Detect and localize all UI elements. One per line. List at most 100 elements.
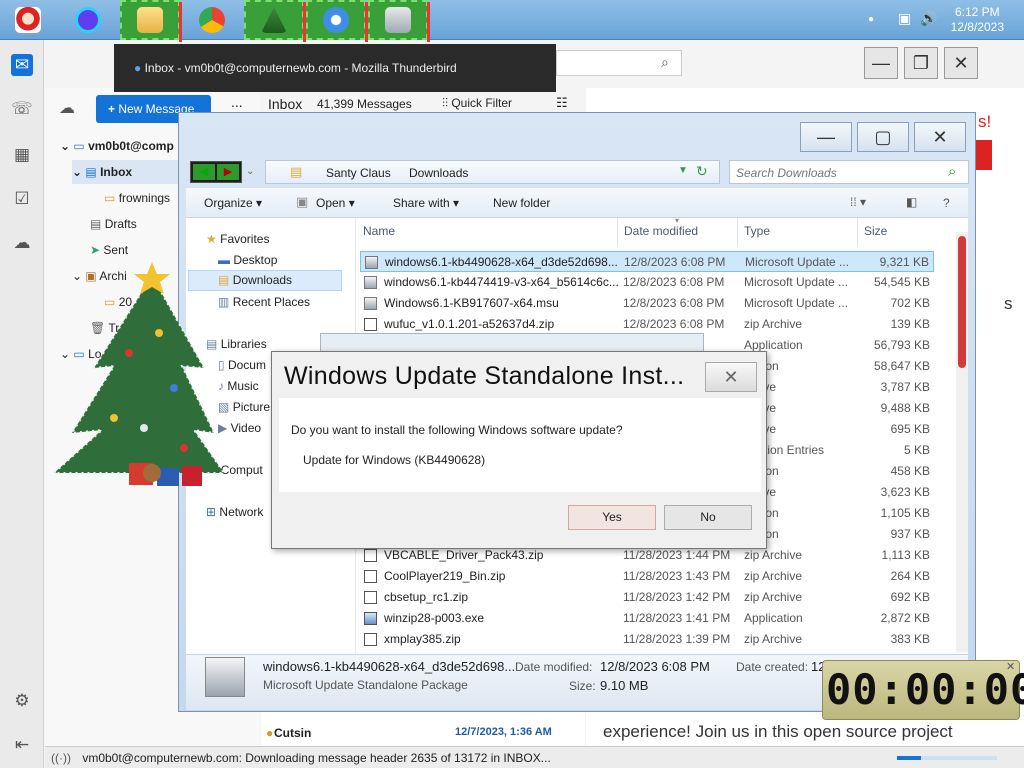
star-icon: ★ [206,232,217,246]
column-divider [857,218,858,246]
timer-close-icon[interactable]: ✕ [1006,660,1015,673]
explorer-close-button[interactable]: ✕ [914,122,966,152]
dialog-close-button[interactable]: ✕ [705,362,757,392]
tray-dot-icon[interactable]: ● [868,14,874,25]
organize-label: Organize [204,196,253,210]
table-row[interactable]: windows6.1-kb4490628-x64_d3de52d698... 12… [360,251,934,272]
quick-filter-button[interactable]: ⫶⫶ Quick Filter [442,96,512,111]
open-button[interactable]: Open ▾ [316,196,355,210]
column-header-size[interactable]: Size [864,224,887,238]
folder-inbox[interactable]: ⌄ ▤ Inbox [72,160,180,184]
santa-start-icon [15,7,41,33]
taskbar-tooltip: ● Inbox - vm0b0t@computernewb.com - Mozi… [114,44,556,92]
close-button[interactable]: ✕ [944,47,978,79]
table-row[interactable]: CoolPlayer219_Bin.zip 11/28/2023 1:43 PM z… [360,566,934,587]
yes-button[interactable]: Yes [568,505,656,530]
dropdown-arrow-icon[interactable]: ▼ [678,165,688,176]
status-text: vm0b0t@computernewb.com: Downloading mes… [82,751,551,765]
folder-frownings[interactable]: ▭ frownings [104,186,170,210]
file-name: wufuc_v1.0.1.201-a52637d4.zip [384,317,555,331]
file-size: 54,545 KB [873,275,930,289]
thunderbird-window-controls: — ❐ ✕ [864,42,1024,82]
settings-icon[interactable]: ⚙ [11,690,33,712]
no-button[interactable]: No [664,505,752,530]
calendar-icon[interactable]: ▦ [11,144,33,166]
file-size: 702 KB [890,296,930,310]
history-chevron-icon[interactable]: ⌄ [246,166,254,177]
file-size: 56,793 KB [873,338,930,352]
table-row[interactable]: windows6.1-kb4474419-v3-x64_b5614c6c... 1… [360,272,934,293]
folder-drafts[interactable]: ▤ Drafts [90,212,137,236]
list-options-icon[interactable]: ☷ [556,95,568,111]
back-forward-buttons: ◀ ▶ [190,161,242,183]
organize-button[interactable]: Organize ▾ [204,196,262,210]
column-header-name[interactable]: Name [363,224,395,238]
refresh-icon[interactable]: ↻ [696,163,708,180]
volume-icon[interactable]: 🔊 [920,10,937,27]
file-size: 264 KB [890,569,930,583]
file-size: 3,787 KB [880,380,930,394]
taskbar-explorer[interactable] [120,0,182,42]
details-created-label: Date created: [736,660,809,674]
account-name: vm0b0t@comp [88,139,174,153]
sort-arrow-icon: ▾ [675,216,680,225]
folder-icon: ▤ [290,164,303,179]
table-row[interactable]: wufuc_v1.0.1.201-a52637d4.zip 12/8/2023 6… [360,314,934,335]
taskbar-thunderbird[interactable] [306,0,368,42]
share-with-button[interactable]: Share with ▾ [393,196,459,210]
dialog-question: Do you want to install the following Win… [291,423,623,437]
nav-label: Recent Places [232,295,311,309]
nav-network[interactable]: ⊞ Network [206,505,263,519]
file-size: 9,488 KB [880,401,930,415]
nav-favorites[interactable]: ★ Favorites [206,232,269,246]
activity-icon: ((·)) [51,751,71,765]
table-row[interactable]: winzip28-p003.exe 11/28/2023 1:41 PM Appli… [360,608,934,629]
more-menu-button[interactable]: ... [231,94,243,110]
address-book-icon[interactable]: ☏ [11,98,33,120]
view-options-icon[interactable]: ⁞⁞ ▾ [850,195,866,209]
taskbar-installer[interactable] [368,0,430,42]
table-row[interactable]: ● Cutsin 12/7/2023, 1:36 AM [262,722,584,746]
address-bar[interactable]: ▤ Santy Claus Downloads ▼ ↻ [265,160,720,184]
network-icon[interactable]: ▣ [898,10,911,27]
back-arrow-icon[interactable]: ◀ [193,164,215,180]
mail-icon[interactable]: ✉ [11,54,33,76]
get-messages-icon[interactable]: ☁ [59,98,75,118]
explorer-search-input[interactable]: Search Downloads ⌕ [729,160,969,184]
file-date: 12/8/2023 6:08 PM [623,296,725,310]
restore-button[interactable]: ❐ [904,47,938,79]
chat-icon[interactable]: ☁ [11,232,33,254]
taskbar-chrome[interactable] [182,0,242,40]
file-type: zip Archive [744,548,803,562]
taskbar-clock[interactable]: 6:12 PM 12/8/2023 [951,5,1004,35]
explorer-maximize-button[interactable]: ▢ [857,122,909,152]
breadcrumb-item[interactable]: Santy Claus [326,166,391,180]
minimize-button[interactable]: — [864,47,898,79]
search-icon: ⌕ [948,163,957,180]
new-folder-button[interactable]: New folder [493,196,550,210]
account-row[interactable]: ⌄ ▭ vm0b0t@comp [60,134,174,158]
start-button[interactable] [0,0,56,40]
column-header-date[interactable]: Date modified [624,224,698,238]
taskbar-tree-app[interactable] [244,0,306,42]
column-header-type[interactable]: Type [744,224,770,238]
thunderbird-search-input[interactable]: ⌕ [556,50,682,76]
breadcrumb-item[interactable]: Downloads [409,166,468,180]
details-filename: windows6.1-kb4490628-x64_d3de52d698... [263,659,516,674]
zip-icon [364,591,377,604]
taskbar: ● ▣ 🔊 6:12 PM 12/8/2023 [0,0,1024,42]
preview-pane-icon[interactable]: ◧ [906,195,917,209]
tasks-icon[interactable]: ☑ [11,188,33,210]
table-row[interactable]: cbsetup_rc1.zip 11/28/2023 1:42 PM zip Arc… [360,587,934,608]
nav-label: Network [219,505,264,519]
taskbar-app[interactable] [58,0,118,40]
scrollbar-thumb[interactable] [958,236,966,368]
dialog-body [279,398,761,492]
table-row[interactable]: xmplay385.zip 11/28/2023 1:39 PM zip Archi… [360,629,934,650]
forward-arrow-icon[interactable]: ▶ [217,164,239,180]
file-date: 12/8/2023 6:08 PM [623,317,725,331]
explorer-minimize-button[interactable]: — [800,122,852,152]
table-row[interactable]: Windows6.1-KB917607-x64.msu 12/8/2023 6:0… [360,293,934,314]
collapse-icon[interactable]: ⇤ [11,734,33,756]
help-icon[interactable]: ? [943,196,950,210]
